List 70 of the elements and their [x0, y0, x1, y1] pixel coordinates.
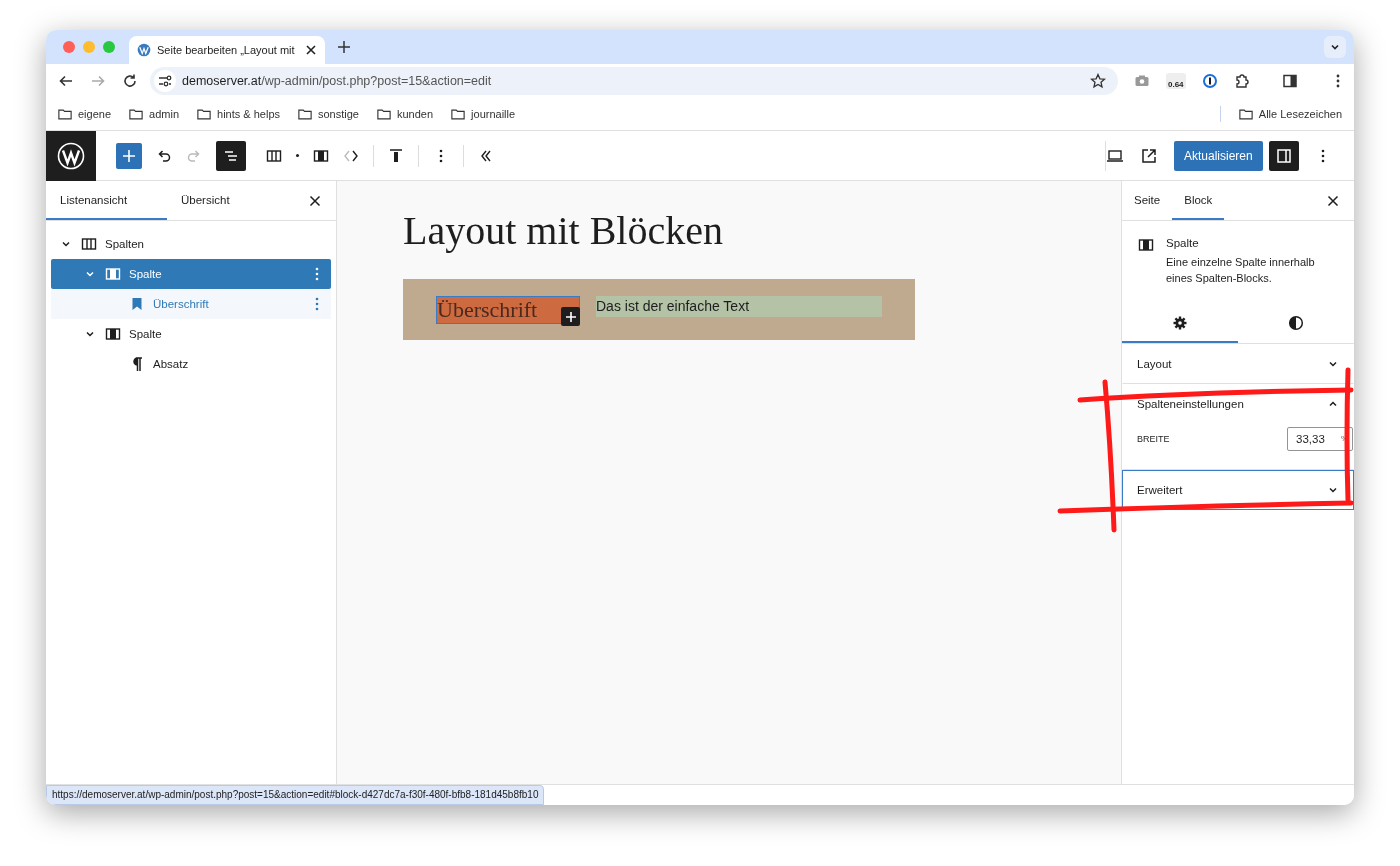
- panel-tab[interactable]: Übersicht: [167, 181, 288, 220]
- bookmark-folder[interactable]: eigene: [58, 108, 112, 120]
- folder-icon: [298, 108, 312, 120]
- width-label: BREITE: [1137, 433, 1170, 444]
- update-button[interactable]: Aktualisieren: [1174, 140, 1263, 171]
- list-view-item[interactable]: Absatz: [51, 349, 331, 379]
- wordpress-logo[interactable]: [46, 130, 96, 181]
- folder-icon: [377, 108, 391, 120]
- new-tab-icon[interactable]: [337, 40, 351, 54]
- block-name: Spalte: [1166, 237, 1200, 249]
- bookmark-folder[interactable]: hints & helps: [197, 108, 280, 120]
- bookmark-folder[interactable]: journaille: [451, 108, 516, 120]
- folder-icon: [451, 108, 466, 120]
- link-status-bubble: https://demoserver.at/wp-admin/post.php?post=15&action=edit#block-d427dc7a-f30f-480f-bfb8-181d45b8fb10: [46, 785, 545, 805]
- password-manager-icon[interactable]: [1201, 73, 1218, 89]
- reload-icon[interactable]: [122, 73, 138, 89]
- sidebar-icon: [1275, 147, 1292, 164]
- settings-sidebar-button[interactable]: [1268, 140, 1299, 171]
- page-title[interactable]: Layout mit Blöcken: [403, 207, 915, 255]
- bookmark-folder[interactable]: Alle Lesezeichen: [1238, 108, 1342, 120]
- address-bar[interactable]: demoserver.at/wp-admin/post.php?post=15&action=edit: [150, 67, 1118, 95]
- side-panel-icon[interactable]: [1281, 73, 1298, 89]
- folder-icon: [197, 108, 211, 120]
- bookmark-folder[interactable]: sonstige: [298, 108, 359, 120]
- back-arrow-icon[interactable]: [58, 73, 74, 89]
- column-icon: [105, 326, 121, 342]
- external-link-icon[interactable]: [1140, 146, 1158, 165]
- browser-tab[interactable]: Seite bearbeiten „Layout mit: [129, 36, 325, 64]
- list-view-item[interactable]: Spalten: [51, 229, 331, 259]
- panel-tab[interactable]: Seite: [1122, 181, 1173, 220]
- paragraph-block[interactable]: Das ist der einfache Text: [596, 296, 882, 317]
- columns-icon[interactable]: [266, 147, 282, 164]
- block-description: Eine einzelne Spalte innerhalb eines Spalten-Blocks.: [1166, 255, 1316, 286]
- plus-icon: [564, 310, 577, 323]
- columns-block[interactable]: Überschrift Das ist der einfache Text: [403, 279, 915, 340]
- bookmark-folder[interactable]: admin: [129, 108, 179, 120]
- list-view-button[interactable]: [216, 140, 246, 171]
- column-icon: [105, 266, 121, 282]
- panel-tab[interactable]: Block: [1172, 181, 1225, 220]
- folder-icon: [129, 108, 144, 120]
- folder-icon: [1238, 108, 1253, 120]
- sliders-icon: [158, 74, 172, 88]
- plus-icon: [122, 148, 136, 163]
- star-icon[interactable]: [1090, 73, 1106, 89]
- close-icon[interactable]: [305, 44, 317, 56]
- section-toggle[interactable]: Spalteneinstellungen: [1123, 384, 1353, 423]
- extension-badge[interactable]: 0.64: [1166, 73, 1186, 89]
- list-view-item[interactable]: Überschrift: [51, 289, 331, 319]
- section-toggle[interactable]: Erweitert: [1123, 470, 1353, 509]
- chevron-icon[interactable]: [61, 239, 71, 249]
- folder-icon: [58, 108, 72, 120]
- breadcrumb-dot-icon: [296, 154, 299, 157]
- camera-icon[interactable]: [1134, 73, 1150, 89]
- bookmark-folder[interactable]: kunden: [377, 108, 434, 120]
- half-circle-icon: [1288, 314, 1304, 331]
- columns-icon: [81, 236, 97, 252]
- column-icon: [1138, 237, 1154, 253]
- puzzle-icon[interactable]: [1233, 73, 1250, 89]
- column-icon[interactable]: [313, 147, 329, 164]
- section-toggle[interactable]: Layout: [1123, 344, 1353, 383]
- panel-tab[interactable]: Listenansicht: [46, 181, 167, 220]
- close-icon[interactable]: [1326, 193, 1340, 208]
- gear-icon: [1172, 314, 1188, 331]
- list-view-item[interactable]: Spalte: [51, 319, 331, 349]
- add-block-button[interactable]: [561, 307, 580, 326]
- tab-search-button[interactable]: [1324, 36, 1346, 58]
- chevron-icon[interactable]: [85, 329, 95, 339]
- align-top-icon[interactable]: [388, 147, 404, 164]
- add-block-button[interactable]: [116, 142, 142, 169]
- close-icon[interactable]: [308, 193, 322, 208]
